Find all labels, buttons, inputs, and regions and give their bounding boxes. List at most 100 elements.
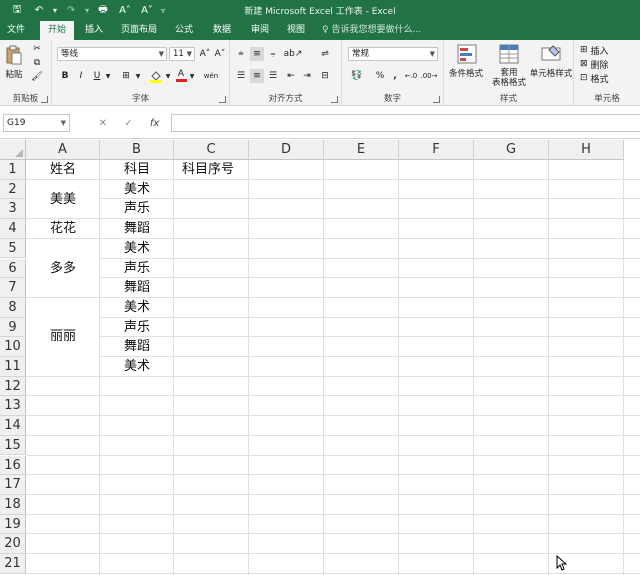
row-header-19[interactable]: 19 [0,514,26,535]
cut-icon[interactable]: ✂ [30,43,44,55]
tab-review[interactable]: 审阅 [244,21,276,40]
row-header-1[interactable]: 1 [0,160,26,180]
align-center-icon[interactable]: ≡ [250,69,264,83]
align-middle-icon[interactable]: ≡ [250,47,264,61]
tab-insert[interactable]: 插入 [78,21,110,40]
format-as-table-label-2[interactable]: 表格格式 [484,76,534,88]
insert-function-icon[interactable]: fx [150,118,159,129]
cancel-icon[interactable]: ✕ [99,118,107,129]
column-header-a[interactable]: A [26,140,100,160]
subject-cell[interactable]: 声乐 [100,318,174,338]
row-header-20[interactable]: 20 [0,534,26,554]
comma-style-button[interactable]: , [390,69,400,83]
italic-button[interactable]: I [74,69,88,83]
align-left-icon[interactable]: ☰ [234,69,248,83]
decrease-indent-icon[interactable]: ⇤ [284,69,298,83]
phonetic-guide-button[interactable]: wén [202,68,220,84]
name-cell[interactable]: 花花 [26,219,100,239]
grow-font-icon[interactable]: A˄ [198,47,212,61]
row-header-9[interactable]: 9 [0,317,26,338]
row-header-7[interactable]: 7 [0,278,26,298]
accounting-format-icon[interactable]: 💱 [348,69,366,83]
column-header-h[interactable]: H [549,140,624,160]
chevron-down-icon[interactable]: ▼ [134,69,142,83]
cell-styles-icon[interactable] [540,43,562,65]
tab-formulas[interactable]: 公式 [168,21,200,40]
subject-cell[interactable]: 声乐 [100,259,174,279]
subject-cell[interactable]: 声乐 [100,199,174,219]
delete-cells-button[interactable]: ⊠ 删除 [580,58,636,71]
font-launcher-icon[interactable] [219,96,226,103]
tab-data[interactable]: 数据 [206,21,238,40]
row-header-14[interactable]: 14 [0,416,26,436]
format-cells-button[interactable]: ⊡ 格式 [580,72,636,85]
row-header-11[interactable]: 11 [0,357,26,377]
align-bottom-icon[interactable]: ⩦ [266,47,280,61]
align-top-icon[interactable]: ⩧ [234,47,248,61]
column-header-f[interactable]: F [399,140,474,160]
row-header-18[interactable]: 18 [0,494,26,515]
fill-color-icon[interactable] [148,68,164,84]
header-cell-b1[interactable]: 科目 [100,160,174,180]
tell-me-box[interactable]: ♀ 告诉我您想要做什么... [322,21,421,40]
row-header-16[interactable]: 16 [0,455,26,476]
insert-cells-button[interactable]: ⊞ 插入 [580,44,636,57]
row-header-17[interactable]: 17 [0,475,26,495]
number-launcher-icon[interactable] [433,96,440,103]
subject-cell[interactable]: 舞蹈 [100,219,174,239]
format-as-table-icon[interactable] [498,43,520,65]
font-size-select[interactable]: 11 ▼ [169,47,195,61]
row-header-15[interactable]: 15 [0,435,26,456]
column-header-g[interactable]: G [474,140,549,160]
name-cell[interactable]: 美美 [26,180,100,219]
name-box[interactable]: G19 ▼ [3,114,70,132]
font-name-select[interactable]: 等线 ▼ [57,47,167,61]
cell-styles-label[interactable]: 单元格样式 [528,67,574,79]
bold-button[interactable]: B [58,69,72,83]
format-painter-icon[interactable]: 🖌 [30,71,44,83]
row-header-5[interactable]: 5 [0,238,26,259]
underline-button[interactable]: U [90,69,104,83]
row-header-10[interactable]: 10 [0,337,26,357]
name-cell[interactable]: 多多 [26,239,100,298]
row-header-6[interactable]: 6 [0,258,26,279]
orientation-icon[interactable]: ab↗ [284,47,303,61]
column-header-d[interactable]: D [249,140,324,160]
decrease-decimal-icon[interactable]: .00→ [421,69,438,83]
select-all-button[interactable] [0,140,26,160]
tab-home[interactable]: 开始 [40,21,74,40]
subject-cell[interactable]: 美术 [100,239,174,259]
alignment-launcher-icon[interactable] [331,96,338,103]
subject-cell[interactable]: 美术 [100,298,174,318]
row-header-21[interactable]: 21 [0,554,26,574]
enter-icon[interactable]: ✓ [124,118,132,129]
copy-icon[interactable]: ⧉ [30,57,44,69]
row-header-2[interactable]: 2 [0,179,26,200]
row-header-12[interactable]: 12 [0,376,26,397]
chevron-down-icon[interactable]: ▼ [164,69,172,83]
row-header-8[interactable]: 8 [0,297,26,318]
tab-file[interactable]: 文件 [0,21,32,40]
header-cell-a1[interactable]: 姓名 [26,160,100,180]
increase-indent-icon[interactable]: ⇥ [300,69,314,83]
subject-cell[interactable]: 美术 [100,180,174,200]
border-icon[interactable]: ⊞ [118,69,134,83]
row-header-3[interactable]: 3 [0,199,26,220]
number-format-select[interactable]: 常规 ▼ [348,47,438,61]
merge-center-icon[interactable]: ⊟ [318,69,332,83]
chevron-down-icon[interactable]: ▼ [188,69,196,83]
row-header-4[interactable]: 4 [0,219,26,239]
clipboard-launcher-icon[interactable] [41,96,48,103]
percent-button[interactable]: % [374,69,386,83]
paste-icon[interactable] [4,44,24,66]
conditional-formatting-label[interactable]: 条件格式 [444,67,488,79]
subject-cell[interactable]: 舞蹈 [100,278,174,298]
wrap-text-icon[interactable]: ⇌ [318,47,332,61]
conditional-formatting-icon[interactable] [456,43,478,65]
chevron-down-icon[interactable]: ▼ [104,69,112,83]
row-header-13[interactable]: 13 [0,396,26,417]
column-header-b[interactable]: B [100,140,174,160]
font-color-button[interactable]: A [174,67,188,83]
formula-input[interactable] [171,114,640,132]
increase-decimal-icon[interactable]: ←.0 [404,69,418,83]
